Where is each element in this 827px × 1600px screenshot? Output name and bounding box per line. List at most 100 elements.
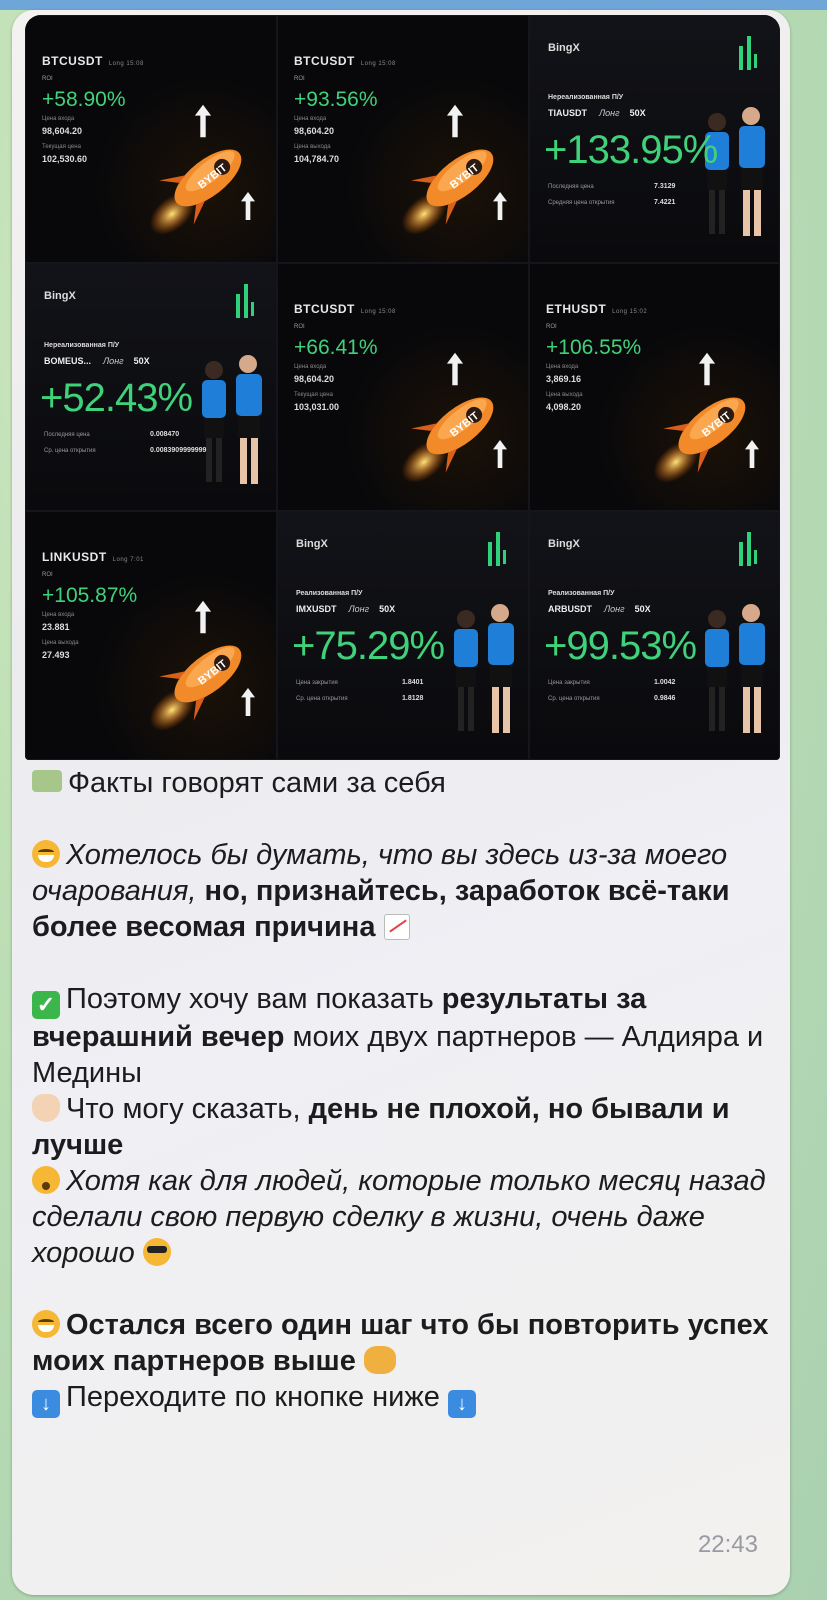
message-timestamp: 22:43 <box>697 1531 758 1558</box>
price-value-2: 1.8128 <box>402 695 424 702</box>
roi-value: +105.87% <box>42 584 138 607</box>
roi-label: ROI <box>546 324 557 330</box>
side-label: Лонг <box>103 356 124 366</box>
position-tag: Long 15:02 <box>612 309 648 315</box>
roi-label: ROI <box>294 324 305 330</box>
bingx-logo: BingX <box>548 42 580 54</box>
pnl-type-label: Реализованная П/У <box>548 590 615 597</box>
roi-label: ROI <box>42 572 53 578</box>
entry-price-value: 23.881 <box>42 622 70 632</box>
pair-name: BTCUSDT Long 15:08 <box>294 302 396 316</box>
pair-name: BTCUSDT Long 15:08 <box>42 54 144 68</box>
pair-line: BOMEUS... Лонг 50X <box>44 356 150 366</box>
position-tag: Long 15:08 <box>360 309 396 315</box>
p3-text: Что могу сказать, <box>66 1093 301 1125</box>
pair-label: BTCUSDT <box>294 54 355 68</box>
price-value-1: 1.8401 <box>402 679 424 686</box>
down-arrow-button-icon: ↓ <box>32 1390 60 1418</box>
price-label-2: Ср. цена открытия <box>44 448 96 454</box>
exit-price-value: 27.493 <box>42 650 70 660</box>
exit-price-value: 4,098.20 <box>546 402 582 412</box>
check-mark-button-icon: ✓ <box>32 991 60 1019</box>
side-label: Лонг <box>348 604 370 614</box>
bingx-logo: BingX <box>296 538 328 550</box>
candle-bars-icon <box>739 36 757 70</box>
players-image <box>202 355 262 484</box>
roi-value: +52.43% <box>40 376 193 420</box>
rocket-icon: BYBIT <box>401 149 494 235</box>
paragraph-5: Остался всего один шаг что бы повторить … <box>32 1307 772 1379</box>
players-image <box>705 604 765 733</box>
trade-card-ethusdt: ETHUSDT Long 15:02 ROI +106.55% Цена вход… <box>529 263 780 511</box>
position-tag: Long 15:08 <box>360 61 396 67</box>
p6-text: Переходите по кнопке ниже <box>66 1381 440 1413</box>
paragraph-2: ✓ Поэтому хочу вам показать результаты за… <box>32 981 772 1091</box>
chart-increasing-icon <box>383 914 410 940</box>
price-label-1: Цена закрытия <box>296 680 338 686</box>
p2-text-a: Поэтому хочу вам показать <box>66 983 434 1015</box>
exit-price-value: 104,784.70 <box>294 154 340 164</box>
rocket-icon: BYBIT <box>401 397 494 483</box>
pair-label: ARBUSDT <box>548 604 592 614</box>
sunglasses-face-icon <box>142 1238 171 1266</box>
exit-price-label: Цена выхода <box>546 392 583 398</box>
price-value-1: 1.0042 <box>654 679 676 686</box>
price-value-1: 7.3129 <box>654 183 676 190</box>
trade-card-tiausdt: BingX Нереализованная П/У TIAUSDT Лонг 50X… <box>529 15 780 263</box>
price-label-2: Ср. цена открытия <box>548 696 600 702</box>
money-with-wings-icon <box>32 770 62 792</box>
leverage-label: 50X <box>629 108 646 118</box>
candle-bars-icon <box>236 284 254 318</box>
pair-label: BTCUSDT <box>294 302 355 316</box>
price-label-1: Последняя цена <box>548 184 594 190</box>
trade-card-linkusdt: LINKUSDT Long 7:01 ROI +105.87% Цена вход… <box>25 511 277 760</box>
entry-price-label: Цена входа <box>546 364 579 370</box>
roi-value: +75.29% <box>292 624 445 668</box>
message-text: Факты говорят сами за себя Хотелось бы д… <box>32 765 772 1418</box>
pair-name: LINKUSDT Long 7:01 <box>42 550 144 564</box>
exit-price-label: Цена выхода <box>294 144 331 150</box>
price-label-1: Цена закрытия <box>548 680 590 686</box>
message-title: Факты говорят сами за себя <box>68 767 446 799</box>
roi-value: +58.90% <box>42 88 126 111</box>
paragraph-6: ↓ Переходите по кнопке ниже ↓ <box>32 1379 772 1418</box>
bingx-logo: BingX <box>44 290 76 302</box>
side-label: Лонг <box>599 108 620 118</box>
price-value-1: 0.008470 <box>150 431 180 438</box>
entry-price-label: Цена входа <box>42 116 75 122</box>
hushed-face-icon <box>32 1166 60 1194</box>
roi-value: +106.55% <box>546 336 642 359</box>
pair-label: ETHUSDT <box>546 302 607 316</box>
ok-hand-icon <box>32 1094 60 1122</box>
leverage-label: 50X <box>634 604 651 614</box>
image-collage[interactable]: BTCUSDT Long 15:08 ROI +58.90% Цена входа… <box>25 15 780 760</box>
side-label: Лонг <box>604 604 625 614</box>
roi-value: +99.53% <box>544 624 697 668</box>
grinning-face-icon <box>32 840 60 868</box>
rocket-icon: BYBIT <box>149 645 242 731</box>
pair-line: ARBUSDT Лонг 50X <box>548 604 651 614</box>
players-image <box>705 107 765 236</box>
message-title-line: Факты говорят сами за себя <box>32 765 772 801</box>
roi-label: ROI <box>294 76 305 82</box>
pair-line: IMXUSDT Лонг 50X <box>296 604 395 614</box>
players-image <box>454 604 514 733</box>
price-value-2: 0.9846 <box>654 695 676 702</box>
roi-value: +93.56% <box>294 88 378 111</box>
up-arrow-icon <box>241 192 255 220</box>
candle-bars-icon <box>739 532 757 566</box>
roi-value: +66.41% <box>294 336 378 359</box>
pnl-type-label: Реализованная П/У <box>296 590 363 597</box>
position-tag: Long 15:08 <box>108 61 144 67</box>
trade-card-imxusdt: BingX Реализованная П/У IMXUSDT Лонг 50X +… <box>277 511 529 760</box>
pair-name: BTCUSDT Long 15:08 <box>294 54 396 68</box>
entry-price-value: 98,604.20 <box>294 374 335 384</box>
trade-card-bomeus: BingX Нереализованная П/У BOMEUS... Лонг 5… <box>25 263 277 511</box>
price-value-2: 7.4221 <box>654 199 676 206</box>
handshake-icon <box>363 1346 396 1374</box>
price-value-2: 0.0083909999999 <box>150 447 207 454</box>
bingx-logo: BingX <box>548 538 580 550</box>
roi-value: +133.95% <box>544 128 718 172</box>
top-status-strip <box>0 0 827 10</box>
down-arrow-button-icon: ↓ <box>447 1390 476 1418</box>
